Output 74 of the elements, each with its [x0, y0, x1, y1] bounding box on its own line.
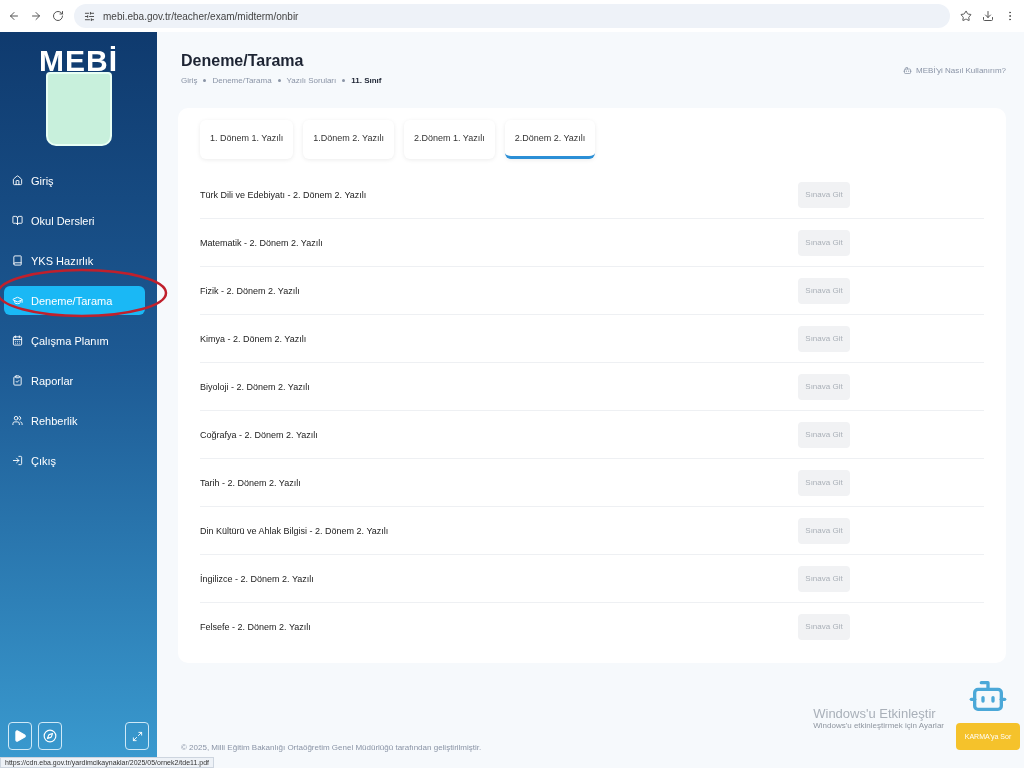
nav-icon — [12, 415, 23, 426]
nav-label: Deneme/Tarama — [31, 294, 113, 307]
compass-button[interactable] — [38, 722, 62, 750]
nav-icon — [12, 175, 23, 186]
exam-title: Fizik - 2. Dönem 2. Yazılı — [200, 285, 300, 296]
exam-title: Felsefe - 2. Dönem 2. Yazılı — [200, 621, 311, 632]
exam-title: Matematik - 2. Dönem 2. Yazılı — [200, 237, 323, 248]
nav-item[interactable]: Giriş — [4, 166, 145, 195]
nav-label: Giriş — [31, 174, 54, 187]
breadcrumb-link[interactable]: Yazılı Soruları — [286, 76, 337, 85]
go-to-exam-button[interactable]: Sınava Git — [798, 373, 850, 400]
tab[interactable]: 2.Dönem 2. Yazılı — [504, 120, 596, 159]
activation-title: Windows'u Etkinleştir — [813, 706, 937, 721]
nav-item[interactable]: Deneme/Tarama — [4, 286, 145, 315]
go-to-exam-button[interactable]: Sınava Git — [798, 229, 850, 256]
compass-icon — [43, 729, 57, 743]
nav-icon — [12, 215, 23, 226]
nav-item[interactable]: Çıkış — [4, 446, 145, 475]
page-title: Deneme/Tarama — [181, 52, 305, 70]
go-to-exam-button[interactable]: Sınava Git — [798, 277, 850, 304]
go-to-exam-button[interactable]: Sınava Git — [798, 565, 850, 592]
tab[interactable]: 2.Dönem 1. Yazılı — [403, 120, 495, 159]
nav-icon — [12, 335, 23, 346]
expand-button[interactable] — [125, 722, 149, 750]
nav-label: Çalışma Planım — [31, 334, 109, 347]
nav-icon — [12, 255, 23, 266]
go-to-exam-button[interactable]: Sınava Git — [798, 181, 850, 208]
tab[interactable]: 1. Dönem 1. Yazılı — [200, 120, 294, 159]
help-link[interactable]: MEBİ'yi Nasıl Kullanırım? — [903, 66, 1006, 75]
exam-title: Biyoloji - 2. Dönem 2. Yazılı — [200, 381, 310, 392]
nav-label: Çıkış — [31, 454, 57, 467]
nav-item[interactable]: Çalışma Planım — [4, 326, 145, 355]
nav-item[interactable]: Raporlar — [4, 366, 145, 395]
nav-label: YKS Hazırlık — [31, 254, 94, 267]
robot-icon — [903, 66, 912, 75]
exam-title: Coğrafya - 2. Dönem 2. Yazılı — [200, 429, 318, 440]
exam-title: Kimya - 2. Dönem 2. Yazılı — [200, 333, 307, 344]
nav-item[interactable]: Rehberlik — [4, 406, 145, 435]
breadcrumb-link[interactable]: Giriş — [181, 76, 198, 85]
go-to-exam-button[interactable]: Sınava Git — [798, 325, 850, 352]
play-icon — [13, 729, 27, 743]
nav-item[interactable]: Okul Dersleri — [4, 206, 145, 235]
address-bar[interactable]: mebi.eba.gov.tr/teacher/exam/midterm/onbir — [74, 4, 950, 28]
forward-icon[interactable] — [30, 10, 42, 22]
exam-title: Türk Dili ve Edebiyatı - 2. Dönem 2. Yazılı — [200, 189, 367, 200]
download-icon[interactable] — [982, 10, 994, 22]
breadcrumb-link[interactable]: 11. Sınıf — [351, 76, 382, 85]
expand-icon — [131, 730, 143, 742]
breadcrumb-separator-dot — [342, 79, 346, 82]
go-to-exam-button[interactable]: Sınava Git — [798, 421, 850, 448]
nav-icon — [12, 375, 23, 386]
reload-icon[interactable] — [52, 10, 64, 22]
breadcrumb-link[interactable]: Deneme/Tarama — [212, 76, 272, 85]
play-button[interactable] — [8, 722, 32, 750]
exam-title: Din Kültürü ve Ahlak Bilgisi - 2. Dönem 2. Yazılı — [200, 525, 389, 536]
nav-item[interactable]: YKS Hazırlık — [4, 246, 145, 275]
nav-icon — [12, 455, 23, 466]
activation-subtitle: Windows'u etkinleştirmek için Ayarlar — [813, 721, 944, 730]
nav-label: Rehberlik — [31, 414, 78, 427]
bookmark-star-icon[interactable] — [960, 10, 972, 22]
site-settings-icon[interactable] — [84, 10, 95, 22]
logo-drawing: MEBİ — [0, 32, 157, 160]
go-to-exam-button[interactable]: Sınava Git — [798, 469, 850, 496]
nav-label: Okul Dersleri — [31, 214, 95, 227]
exam-title: Tarih - 2. Dönem 2. Yazılı — [200, 477, 301, 488]
go-to-exam-button[interactable]: Sınava Git — [798, 613, 850, 640]
back-icon[interactable] — [8, 10, 20, 22]
nav-icon — [12, 295, 23, 306]
breadcrumb-separator-dot — [203, 79, 207, 82]
exam-title: İngilizce - 2. Dönem 2. Yazılı — [200, 573, 314, 584]
nav-label: Raporlar — [31, 374, 74, 387]
breadcrumb-separator-dot — [277, 79, 281, 82]
go-to-exam-button[interactable]: Sınava Git — [798, 517, 850, 544]
tab[interactable]: 1.Dönem 2. Yazılı — [303, 120, 394, 159]
